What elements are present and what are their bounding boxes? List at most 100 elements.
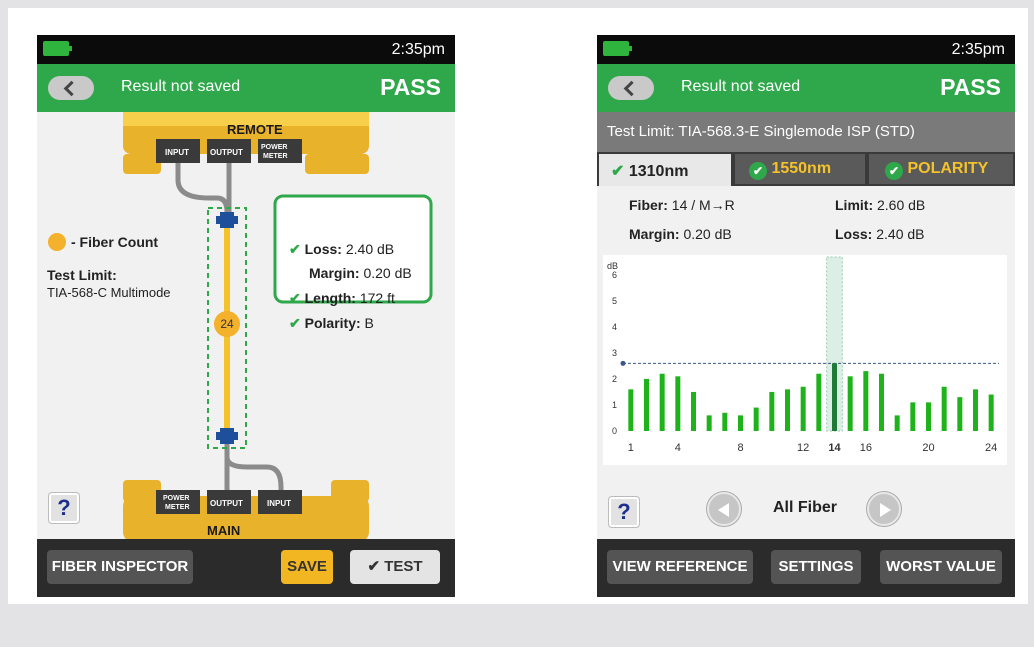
y-tick-label: 2	[612, 374, 617, 384]
bar	[644, 378, 649, 431]
bar	[691, 391, 696, 431]
margin-detail: Margin: 0.20 dB	[629, 226, 732, 242]
footer-bar: VIEW REFERENCE SETTINGS WORST VALUE	[597, 539, 1015, 597]
bar	[926, 402, 931, 431]
limit-marker	[620, 360, 626, 366]
check-circle-icon: ✔	[885, 162, 903, 180]
length-result: ✔ Length: 172 ft	[289, 290, 395, 306]
bar	[832, 363, 837, 431]
bar	[816, 373, 822, 431]
loss-bar-chart: dB01234561 4 8 12 14 16 20 24	[603, 255, 1007, 465]
verdict-label: PASS	[940, 74, 1001, 100]
remote-unit: REMOTE INPUT OUTPUT POWER METER	[123, 112, 369, 174]
battery-icon	[43, 41, 72, 56]
fiber-count-value: 24	[220, 317, 234, 331]
reference-cable	[175, 163, 230, 213]
fiber-detail: Fiber: 14 / M→R	[629, 197, 735, 213]
x-tick-label: 16	[860, 442, 872, 454]
test-limit-label: Test Limit:	[47, 267, 117, 283]
battery-icon	[603, 41, 632, 56]
left-device-screen: 2:35pm Result not saved PASS REMOTE INPU…	[37, 35, 455, 597]
polarity-result: ✔ Polarity: B	[289, 315, 374, 331]
header-title: Result not saved	[681, 78, 801, 95]
loss-result: ✔ Loss: 2.40 dB	[289, 241, 395, 257]
view-reference-button[interactable]: VIEW REFERENCE	[607, 550, 753, 584]
right-device-screen: 2:35pm Result not saved PASS Test Limit:…	[597, 35, 1015, 597]
bar	[847, 376, 853, 431]
x-tick-label: 8	[737, 442, 743, 454]
x-tick-label: 14	[828, 442, 841, 454]
bar	[879, 373, 884, 431]
bar	[973, 389, 978, 431]
bar	[753, 407, 759, 431]
bar	[675, 376, 681, 431]
remote-title: REMOTE	[227, 122, 283, 137]
help-button[interactable]: ?	[609, 497, 639, 527]
test-limit-value: TIA-568-C Multimode	[47, 285, 171, 300]
loss-detail: Loss: 2.40 dB	[835, 226, 925, 242]
port-label: POWER	[163, 495, 189, 502]
port-label: OUTPUT	[210, 499, 243, 508]
fiber-inspector-button[interactable]: FIBER INSPECTOR	[47, 550, 193, 584]
check-icon: ✔	[289, 315, 301, 331]
bar	[722, 412, 728, 431]
bar	[894, 415, 900, 431]
test-button[interactable]: ✔ TEST	[350, 550, 440, 584]
bar	[800, 386, 806, 431]
status-bar: 2:35pm	[597, 35, 1015, 64]
bar	[785, 389, 790, 431]
clock: 2:35pm	[951, 41, 1005, 58]
bar	[659, 373, 665, 431]
bar	[910, 402, 916, 431]
clock: 2:35pm	[391, 41, 445, 58]
bar	[769, 391, 775, 431]
tab-1310nm[interactable]: ✔ 1310nm	[599, 154, 731, 186]
y-tick-label: 4	[612, 322, 617, 332]
bar	[957, 397, 963, 431]
worst-value-button[interactable]: WORST VALUE	[880, 550, 1002, 584]
x-tick-label: 1	[628, 442, 634, 454]
main-title: MAIN	[207, 523, 240, 538]
y-tick-label: 1	[612, 400, 617, 410]
header-bar: Result not saved PASS	[37, 64, 455, 112]
y-tick-label: 3	[612, 348, 617, 358]
next-fiber-button[interactable]	[867, 492, 901, 526]
check-icon: ✔	[611, 163, 625, 180]
y-tick-label: 5	[612, 296, 617, 306]
save-button[interactable]: SAVE	[281, 550, 333, 584]
port-label: INPUT	[165, 148, 189, 157]
settings-button[interactable]: SETTINGS	[771, 550, 861, 584]
tab-polarity[interactable]: ✔ POLARITY	[869, 154, 1013, 184]
bar	[863, 371, 869, 431]
fiber-selector-label: All Fiber	[773, 499, 838, 516]
back-button[interactable]	[608, 76, 654, 100]
port-label: METER	[165, 504, 190, 511]
fiber-count-legend-label: - Fiber Count	[71, 234, 159, 250]
back-button[interactable]	[48, 76, 94, 100]
port-label: METER	[263, 153, 288, 160]
test-limit-bar: Test Limit: TIA-568.3-E Singlemode ISP (…	[597, 112, 1015, 152]
x-tick-label: 12	[797, 442, 809, 454]
fiber-count-legend-icon	[48, 233, 66, 251]
limit-detail: Limit: 2.60 dB	[835, 197, 926, 213]
main-unit: POWER METER OUTPUT INPUT MAIN	[123, 480, 369, 539]
help-button[interactable]: ?	[49, 493, 79, 523]
verdict-label: PASS	[380, 74, 441, 100]
bar	[988, 394, 994, 431]
status-bar: 2:35pm	[37, 35, 455, 64]
bar	[941, 386, 947, 431]
port-label: POWER	[261, 144, 287, 151]
y-tick-label: 6	[612, 270, 617, 280]
bar	[628, 389, 634, 431]
tab-1550nm[interactable]: ✔ 1550nm	[735, 154, 865, 184]
previous-fiber-button[interactable]	[707, 492, 741, 526]
bar	[706, 415, 712, 431]
check-icon: ✔	[289, 290, 301, 306]
check-icon: ✔	[367, 558, 381, 575]
margin-result: Margin: 0.20 dB	[309, 265, 412, 281]
header-title: Result not saved	[121, 78, 241, 95]
footer-bar: FIBER INSPECTOR SAVE ✔ TEST	[37, 539, 455, 597]
check-icon: ✔	[289, 241, 301, 257]
x-tick-label: 24	[985, 442, 997, 454]
bar	[738, 415, 743, 431]
